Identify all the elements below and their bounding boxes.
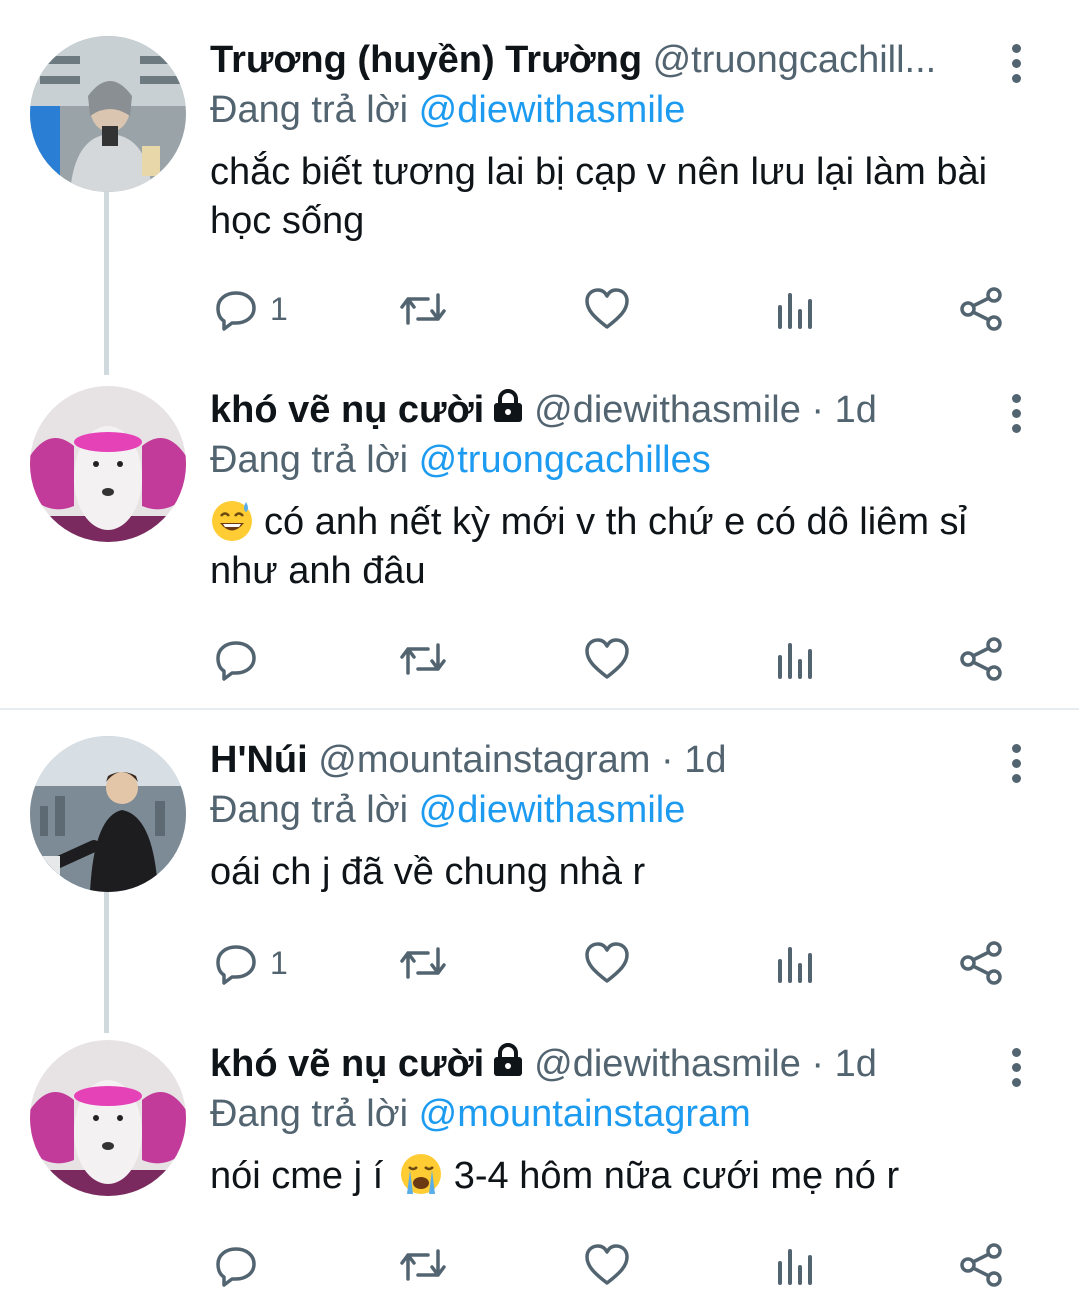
tweet-actions: 1	[0, 284, 1079, 334]
more-options-icon[interactable]	[1002, 44, 1030, 88]
reply-button[interactable]	[214, 634, 270, 684]
reply-context: Đang trả lời @diewithasmile	[210, 86, 685, 134]
reply-prefix: Đang trả lời	[210, 1093, 409, 1135]
lock-icon	[494, 1043, 523, 1076]
heart-icon	[585, 942, 629, 983]
reply-mention[interactable]: @truongcachilles	[419, 439, 711, 481]
sweat-smile-emoji	[212, 501, 252, 541]
reply-icon	[216, 945, 256, 985]
reply-button[interactable]	[214, 1240, 270, 1290]
reply-context: Đang trả lời @mountainstagram	[210, 1090, 751, 1138]
reply-icon	[216, 291, 256, 331]
timestamp[interactable]: · 1d	[811, 1043, 876, 1085]
tweet-text-content: có anh nết kỳ mới v th chứ e có dô liêm …	[210, 501, 967, 592]
retweet-button[interactable]	[398, 634, 448, 684]
more-options-icon[interactable]	[1002, 1048, 1030, 1092]
crying-face-emoji	[400, 1154, 441, 1194]
views-button[interactable]	[776, 634, 816, 684]
share-icon	[960, 637, 1002, 681]
avatar[interactable]	[30, 36, 186, 192]
more-options-icon[interactable]	[1002, 394, 1030, 438]
retweet-icon	[400, 643, 446, 675]
retweet-icon	[400, 293, 446, 325]
views-button[interactable]	[776, 1240, 816, 1290]
views-button[interactable]	[776, 284, 816, 334]
lock-icon	[494, 389, 523, 422]
like-button[interactable]	[584, 938, 630, 988]
thread-divider	[0, 708, 1079, 710]
like-button[interactable]	[584, 284, 630, 334]
reply-count: 1	[270, 290, 288, 327]
analytics-icon	[778, 293, 812, 329]
thread-line	[104, 185, 109, 375]
tweet-text-after: 3-4 hôm nữa cưới mẹ nó r	[453, 1155, 900, 1197]
heart-icon	[585, 638, 629, 679]
tweet-text: chắc biết tương lai bị cạp v nên lưu lại…	[210, 151, 988, 242]
reply-prefix: Đang trả lời	[210, 439, 409, 481]
share-button[interactable]	[958, 1240, 1004, 1290]
user-handle[interactable]: @truongcachill...	[653, 39, 937, 81]
analytics-icon	[778, 1249, 812, 1285]
analytics-icon	[778, 947, 812, 983]
reply-prefix: Đang trả lời	[210, 89, 409, 131]
timestamp[interactable]: · 1d	[811, 389, 876, 431]
display-name[interactable]: H'Núi	[210, 739, 308, 781]
retweet-button[interactable]	[398, 938, 448, 988]
heart-icon	[585, 1244, 629, 1285]
reply-count: 1	[270, 944, 288, 981]
reply-prefix: Đang trả lời	[210, 789, 409, 831]
tweet-header: Trương (huyền) Trường @truongcachill...	[210, 36, 936, 84]
share-icon	[960, 1243, 1002, 1287]
retweet-button[interactable]	[398, 284, 448, 334]
analytics-icon	[778, 643, 812, 679]
share-icon	[960, 287, 1002, 331]
user-handle[interactable]: @diewithasmile	[534, 1043, 801, 1085]
like-button[interactable]	[584, 1240, 630, 1290]
tweet-header: H'Núi @mountainstagram · 1d	[210, 736, 726, 784]
reply-button[interactable]: 1	[214, 938, 288, 988]
tweet-actions	[0, 1240, 1079, 1290]
reply-mention[interactable]: @mountainstagram	[419, 1093, 751, 1135]
avatar[interactable]	[30, 386, 186, 542]
tweet-text-before: nói cme j í	[210, 1155, 384, 1197]
display-name[interactable]: Trương (huyền) Trường	[210, 39, 642, 81]
reply-context: Đang trả lời @truongcachilles	[210, 436, 711, 484]
more-options-icon[interactable]	[1002, 744, 1030, 788]
user-handle[interactable]: @diewithasmile	[534, 389, 801, 431]
reply-icon	[216, 1247, 256, 1287]
share-button[interactable]	[958, 634, 1004, 684]
reply-mention[interactable]: @diewithasmile	[419, 89, 686, 131]
tweet-actions	[0, 634, 1079, 684]
heart-icon	[585, 288, 629, 329]
tweet-header: khó vẽ nụ cười @diewithasmile · 1d	[210, 1040, 877, 1088]
reply-icon	[216, 641, 256, 681]
retweet-icon	[400, 1249, 446, 1281]
tweet-text: oái ch j đã về chung nhà r	[210, 851, 646, 893]
user-handle[interactable]: @mountainstagram	[318, 739, 650, 781]
display-name[interactable]: khó vẽ nụ cười	[210, 1043, 484, 1085]
tweet-text: có anh nết kỳ mới v th chứ e có dô liêm …	[210, 498, 1040, 596]
reply-button[interactable]: 1	[214, 284, 288, 334]
tweet-header: khó vẽ nụ cười @diewithasmile · 1d	[210, 386, 877, 434]
tweet-actions: 1	[0, 938, 1079, 988]
avatar[interactable]	[30, 736, 186, 892]
reply-mention[interactable]: @diewithasmile	[419, 789, 686, 831]
timestamp[interactable]: · 1d	[661, 739, 726, 781]
avatar[interactable]	[30, 1040, 186, 1196]
like-button[interactable]	[584, 634, 630, 684]
retweet-icon	[400, 947, 446, 979]
share-button[interactable]	[958, 938, 1004, 988]
display-name[interactable]: khó vẽ nụ cười	[210, 389, 484, 431]
views-button[interactable]	[776, 938, 816, 988]
tweet-text: nói cme j í 3-4 hôm nữa cưới mẹ nó r	[210, 1152, 1040, 1201]
reply-context: Đang trả lời @diewithasmile	[210, 786, 685, 834]
share-icon	[960, 941, 1002, 985]
share-button[interactable]	[958, 284, 1004, 334]
retweet-button[interactable]	[398, 1240, 448, 1290]
